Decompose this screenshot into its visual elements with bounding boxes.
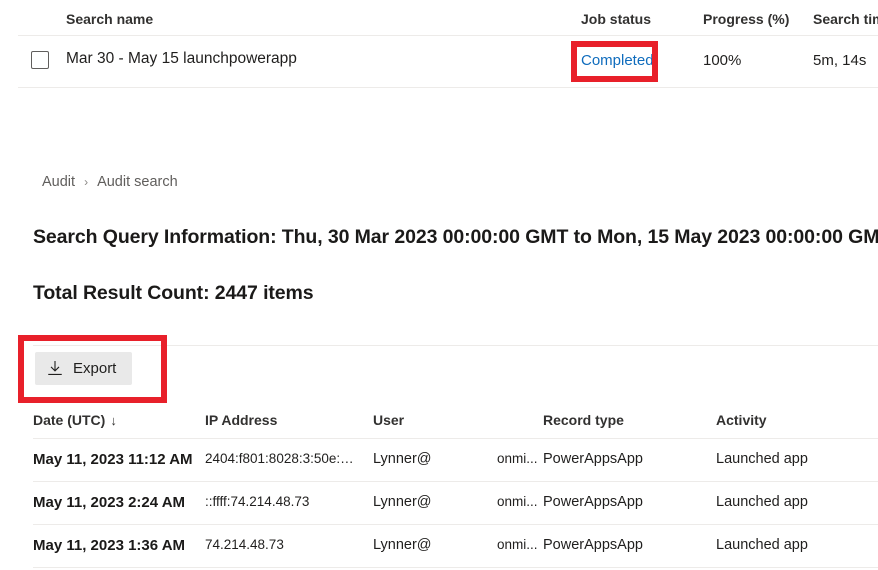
chevron-right-icon: › bbox=[84, 175, 89, 189]
column-header-record-type[interactable]: Record type bbox=[543, 412, 624, 428]
jobs-row-divider bbox=[18, 87, 878, 88]
jobs-grid-row[interactable]: Mar 30 - May 15 launchpowerapp Completed… bbox=[0, 36, 878, 87]
cell-record-type: PowerAppsApp bbox=[543, 494, 643, 510]
column-header-search-name[interactable]: Search name bbox=[66, 11, 153, 27]
cell-user-suffix: onmi... bbox=[497, 537, 538, 552]
column-header-search-time[interactable]: Search tim bbox=[813, 11, 878, 27]
cell-user: Lynner@ bbox=[373, 494, 432, 510]
column-header-progress[interactable]: Progress (%) bbox=[703, 11, 789, 27]
column-header-user[interactable]: User bbox=[373, 412, 404, 428]
breadcrumb-item-audit-search[interactable]: Audit search bbox=[97, 174, 178, 190]
cell-ip-address: ::ffff:74.214.48.73 bbox=[205, 494, 310, 509]
table-row[interactable]: May 11, 2023 11:12 AM 2404:f801:8028:3:5… bbox=[0, 439, 878, 482]
sort-descending-icon: ↓ bbox=[110, 412, 117, 428]
column-header-date-label: Date (UTC) bbox=[33, 412, 106, 428]
download-icon bbox=[48, 361, 62, 376]
job-progress-value: 100% bbox=[703, 52, 742, 69]
breadcrumb: Audit › Audit search bbox=[42, 174, 178, 190]
export-button[interactable]: Export bbox=[35, 352, 133, 385]
cell-date: May 11, 2023 1:36 AM bbox=[33, 537, 186, 554]
cell-user-suffix: onmi... bbox=[497, 451, 538, 466]
table-row[interactable]: May 11, 2023 1:36 AM 74.214.48.73 Lynner… bbox=[0, 525, 878, 568]
cell-user: Lynner@ bbox=[373, 451, 432, 467]
column-header-date[interactable]: Date (UTC) ↓ bbox=[33, 412, 117, 428]
results-header-row: Date (UTC) ↓ IP Address User Record type… bbox=[0, 405, 878, 438]
cell-user: Lynner@ bbox=[373, 537, 432, 553]
column-header-job-status[interactable]: Job status bbox=[581, 11, 651, 27]
cell-activity: Launched app bbox=[716, 451, 808, 467]
job-search-time-value: 5m, 14s bbox=[813, 52, 867, 69]
command-bar-divider bbox=[33, 345, 878, 346]
cell-user-suffix: onmi... bbox=[497, 494, 538, 509]
cell-ip-address: 74.214.48.73 bbox=[205, 537, 284, 552]
cell-record-type: PowerAppsApp bbox=[543, 451, 643, 467]
column-header-ip-address[interactable]: IP Address bbox=[205, 412, 277, 428]
cell-record-type: PowerAppsApp bbox=[543, 537, 643, 553]
job-status-link[interactable]: Completed bbox=[581, 52, 654, 69]
breadcrumb-item-audit[interactable]: Audit bbox=[42, 174, 75, 190]
cell-activity: Launched app bbox=[716, 494, 808, 510]
search-jobs-grid: Search name Job status Progress (%) Sear… bbox=[0, 0, 878, 96]
cell-ip-address: 2404:f801:8028:3:50e:1c80:c3... bbox=[205, 451, 355, 466]
cell-activity: Launched app bbox=[716, 537, 808, 553]
total-result-count-title: Total Result Count: 2447 items bbox=[33, 282, 314, 305]
export-button-label: Export bbox=[73, 360, 117, 377]
row-select-checkbox[interactable] bbox=[31, 51, 49, 69]
results-row-divider bbox=[33, 567, 878, 568]
table-row[interactable]: May 11, 2023 2:24 AM ::ffff:74.214.48.73… bbox=[0, 482, 878, 525]
cell-date: May 11, 2023 2:24 AM bbox=[33, 494, 186, 511]
cell-date: May 11, 2023 11:12 AM bbox=[33, 451, 193, 468]
job-search-name[interactable]: Mar 30 - May 15 launchpowerapp bbox=[66, 50, 297, 68]
search-query-information-title: Search Query Information: Thu, 30 Mar 20… bbox=[33, 226, 878, 249]
column-header-activity[interactable]: Activity bbox=[716, 412, 767, 428]
jobs-grid-header-row: Search name Job status Progress (%) Sear… bbox=[0, 0, 878, 35]
